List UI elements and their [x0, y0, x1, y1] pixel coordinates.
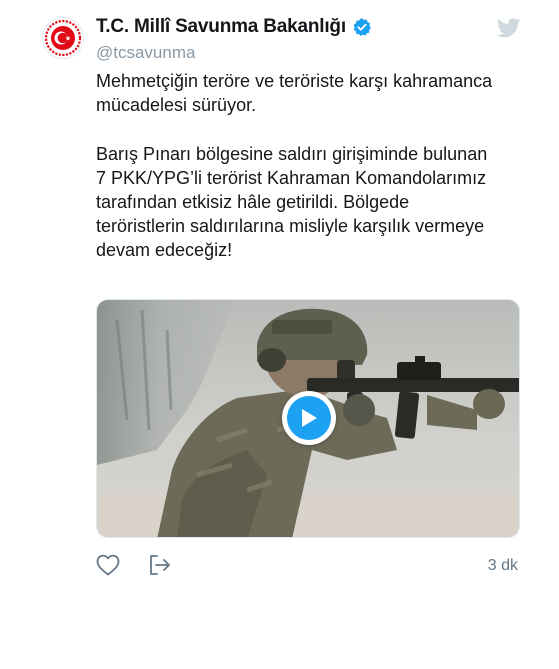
- video-media[interactable]: [96, 299, 520, 538]
- tweet-text-line: mücadelesi sürüyor.: [96, 95, 257, 115]
- display-name[interactable]: T.C. Millî Savunma Bakanlığı: [96, 16, 346, 38]
- tweet-text-line: teröristlerin saldırılarına misliyle kar…: [96, 216, 485, 236]
- tweet-text-line: 7 PKK/YPG’li terörist Kahraman Komandola…: [96, 168, 487, 188]
- tweet-timestamp[interactable]: 3 dk: [488, 557, 518, 575]
- tweet-text-line: Barış Pınarı bölgesine saldırı girişimin…: [96, 144, 488, 164]
- verified-badge-icon: [352, 17, 372, 37]
- tweet-text-line: tarafından etkisiz hâle getirildi. Bölge…: [96, 192, 410, 212]
- tweet-actions: 3 dk: [96, 554, 520, 580]
- play-button[interactable]: [282, 391, 336, 445]
- share-icon: [150, 555, 170, 575]
- tweet-card: T.C. Millî Savunma Bakanlığı @tcsavunma …: [0, 0, 559, 669]
- avatar[interactable]: [42, 17, 84, 59]
- share-button[interactable]: [148, 554, 172, 576]
- tweet-text-paragraph-1: Mehmetçiğin teröre ve teröriste karşı ka…: [96, 69, 541, 117]
- turkish-mod-emblem-icon: [44, 19, 82, 57]
- tweet-text-line: Mehmetçiğin teröre ve teröriste karşı ka…: [96, 71, 493, 91]
- play-icon: [287, 396, 331, 440]
- heart-icon: [96, 554, 120, 576]
- tweet-text-paragraph-2: Barış Pınarı bölgesine saldırı girişimin…: [96, 142, 541, 262]
- twitter-bird-icon: [496, 18, 521, 43]
- account-name-row: T.C. Millî Savunma Bakanlığı: [96, 16, 372, 38]
- like-button[interactable]: [96, 554, 120, 576]
- account-handle[interactable]: @tcsavunma: [96, 43, 195, 63]
- tweet-text-line: devam edeceğiz!: [96, 240, 233, 260]
